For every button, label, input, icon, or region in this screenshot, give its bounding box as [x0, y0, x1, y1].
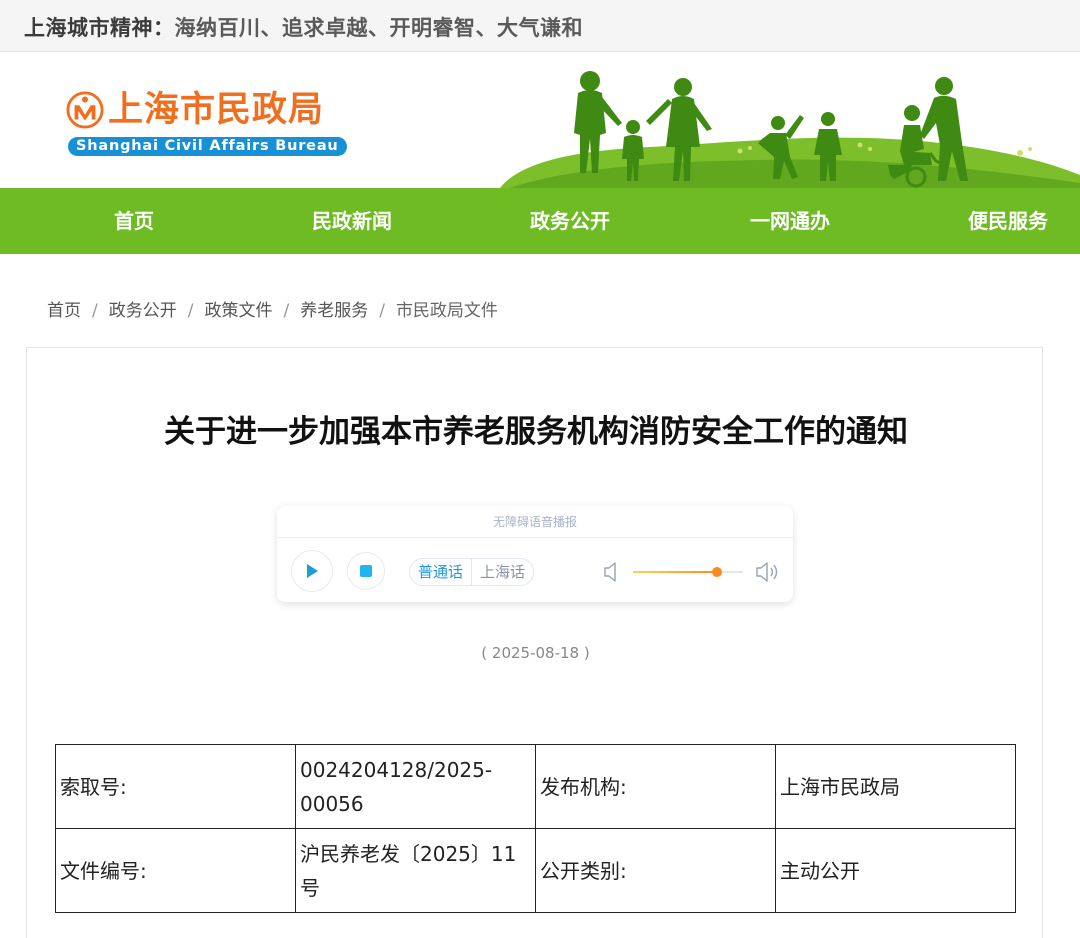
- document-number-label: 文件编号:: [55, 828, 296, 913]
- audio-player: 无障碍语音播报 普通话 上海话: [277, 506, 793, 602]
- publisher-value: 上海市民政局: [775, 744, 1016, 829]
- breadcrumb-policy-documents[interactable]: 政策文件: [204, 301, 272, 321]
- article-title: 关于进一步加强本市养老服务机构消防安全工作的通知: [164, 414, 908, 450]
- index-number-value: 0024204128/2025-00056: [295, 744, 536, 829]
- disclosure-category-value: 主动公开: [775, 828, 1016, 913]
- document-number-value: 沪民养老发〔2025〕11号: [295, 828, 536, 913]
- audio-player-header: 无障碍语音播报: [277, 506, 793, 538]
- breadcrumb: 首页 / 政务公开 / 政策文件 / 养老服务 / 市民政局文件: [47, 296, 498, 321]
- table-row: 文件编号: 沪民养老发〔2025〕11号 公开类别: 主动公开: [55, 828, 1016, 913]
- breadcrumb-separator: /: [283, 301, 290, 321]
- logo-english-name: Shanghai Civil Affairs Bureau: [68, 137, 347, 156]
- disclosure-category-label: 公开类别:: [535, 828, 776, 913]
- publisher-label: 发布机构:: [535, 744, 776, 829]
- city-motto-lead: 上海城市精神：: [24, 15, 175, 40]
- nav-item-government-affairs[interactable]: 政务公开: [530, 188, 610, 254]
- site-logo[interactable]: 上海市民政局 Shanghai Civil Affairs Bureau: [66, 87, 347, 156]
- volume-slider-handle[interactable]: [711, 567, 722, 577]
- volume-slider-fill: [633, 571, 717, 573]
- bureau-emblem-icon: [66, 91, 104, 129]
- lang-shanghainese-button[interactable]: 上海话: [471, 559, 533, 585]
- city-motto: 上海城市精神：海纳百川、追求卓越、开明睿智、大气谦和: [24, 12, 583, 42]
- nav-item-convenience-services[interactable]: 便民服务: [968, 188, 1048, 254]
- site-header: 上海市民政局 Shanghai Civil Affairs Bureau: [0, 53, 1080, 188]
- breadcrumb-current: 市民政局文件: [395, 301, 498, 321]
- breadcrumb-separator: /: [92, 301, 98, 321]
- nav-item-home[interactable]: 首页: [114, 188, 154, 254]
- family-silhouette-banner: [500, 71, 1080, 188]
- volume-high-icon[interactable]: [755, 559, 781, 585]
- lang-mandarin-button[interactable]: 普通话: [410, 559, 471, 585]
- document-info-table: 索取号: 0024204128/2025-00056 发布机构: 上海市民政局 …: [55, 744, 1016, 913]
- nav-item-one-network[interactable]: 一网通办: [750, 188, 830, 254]
- volume-low-icon[interactable]: [603, 560, 619, 584]
- logo-chinese-name: 上海市民政局: [108, 90, 325, 130]
- breadcrumb-separator: /: [379, 301, 385, 321]
- city-motto-text: 海纳百川、追求卓越、开明睿智、大气谦和: [174, 16, 583, 40]
- breadcrumb-separator: /: [187, 301, 194, 321]
- breadcrumb-elderly-services[interactable]: 养老服务: [300, 301, 368, 321]
- breadcrumb-government-affairs[interactable]: 政务公开: [109, 301, 177, 321]
- nav-item-civil-news[interactable]: 民政新闻: [312, 188, 392, 254]
- play-icon: [307, 564, 318, 578]
- language-toggle: 普通话 上海话: [409, 558, 535, 586]
- table-row: 索取号: 0024204128/2025-00056 发布机构: 上海市民政局: [55, 744, 1016, 829]
- index-number-label: 索取号:: [55, 744, 296, 829]
- publish-date: ( 2025-08-18 ): [481, 644, 590, 662]
- article-card: 关于进一步加强本市养老服务机构消防安全工作的通知 无障碍语音播报 普通话 上海话…: [26, 347, 1043, 938]
- main-nav: 首页 民政新闻 政务公开 一网通办 便民服务: [0, 188, 1080, 254]
- stop-icon: [360, 565, 372, 577]
- motto-bar: 上海城市精神：海纳百川、追求卓越、开明睿智、大气谦和: [0, 0, 1080, 52]
- play-button[interactable]: [291, 550, 333, 592]
- breadcrumb-home[interactable]: 首页: [47, 301, 81, 321]
- stop-button[interactable]: [347, 552, 385, 590]
- volume-slider[interactable]: [633, 567, 743, 577]
